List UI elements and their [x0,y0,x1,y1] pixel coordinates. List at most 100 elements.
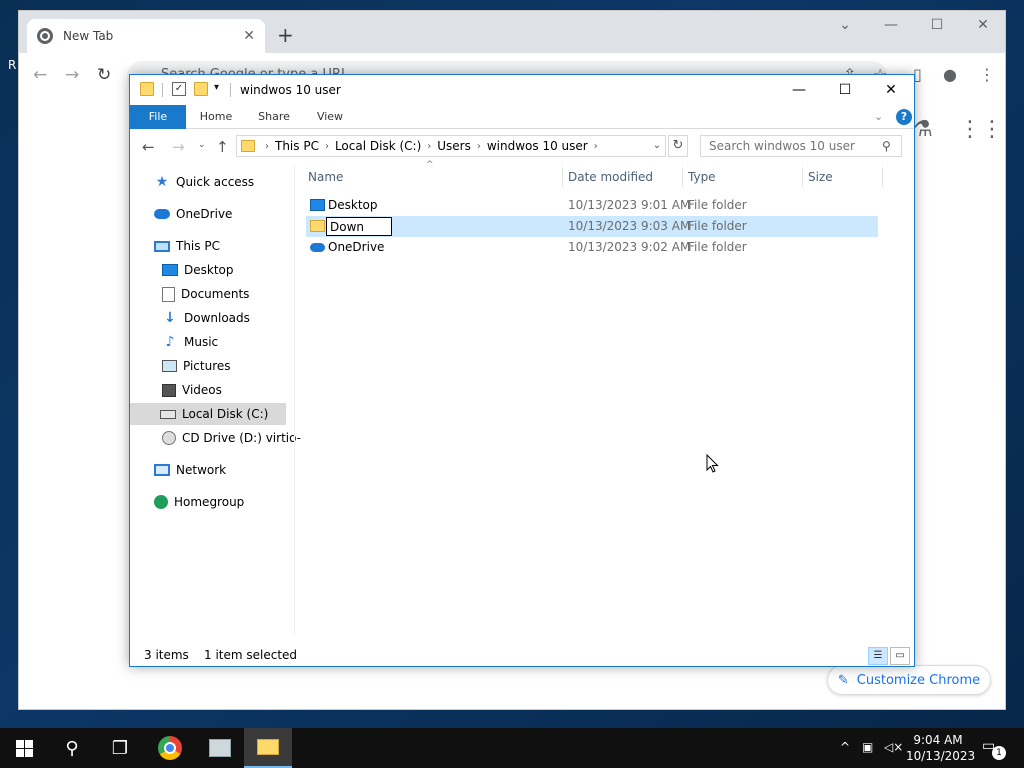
large-icons-view-icon[interactable]: ▭ [890,647,910,665]
column-separator[interactable] [802,167,803,187]
breadcrumb-user-folder[interactable]: windwos 10 user [487,139,588,153]
file-name: Desktop [328,198,378,212]
file-row-down[interactable]: 10/13/2023 9:03 AM File folder [306,216,878,237]
details-view-icon[interactable]: ☰ [868,647,888,665]
address-bar[interactable]: › This PC › Local Disk (C:) › Users › wi… [236,135,666,157]
nav-item-cd-drive[interactable]: CD Drive (D:) virtio- [162,427,301,449]
chrome-close-icon[interactable]: ✕ [969,17,997,33]
tab-close-icon[interactable]: ✕ [243,28,255,44]
explorer-maximize-icon[interactable]: ☐ [822,75,868,105]
explorer-close-icon[interactable]: ✕ [868,75,914,105]
pencil-icon: ✎ [837,672,849,688]
chrome-back-icon[interactable]: ← [33,65,47,85]
tab-home[interactable]: Home [192,105,240,129]
nav-item-this-pc[interactable]: This PC [154,235,220,257]
rename-input[interactable] [326,217,392,236]
column-separator[interactable] [882,167,883,187]
start-button[interactable] [0,728,48,768]
chrome-reload-icon[interactable]: ↻ [97,65,111,85]
customize-chrome-button[interactable]: ✎ Customize Chrome [827,665,991,695]
column-size[interactable]: Size [806,165,880,189]
breadcrumb-local-disk[interactable]: Local Disk (C:) [335,139,421,153]
apps-grid-icon[interactable]: ⋮⋮ [959,117,1003,142]
expand-ribbon-icon[interactable]: ⌄ [874,110,883,123]
chevron-right-icon: › [427,140,432,152]
labs-flask-icon[interactable]: ⚗ [913,117,933,142]
downloads-icon: ↓ [164,310,176,326]
documents-icon [162,286,175,302]
tab-view[interactable]: View [306,105,354,129]
desktop-icon [162,264,178,276]
file-explorer-taskbar-icon[interactable] [244,728,292,768]
search-icon: ⚲ [882,139,891,153]
nav-item-desktop[interactable]: Desktop [162,259,234,281]
new-tab-button[interactable]: + [277,23,294,47]
forward-icon[interactable]: → [172,138,185,156]
nav-item-label: Downloads [184,311,250,325]
column-separator[interactable] [682,167,683,187]
breadcrumb-this-pc[interactable]: This PC [275,139,319,153]
tab-share[interactable]: Share [250,105,298,129]
chrome-tab-new-tab[interactable]: New Tab ✕ [27,19,265,53]
desktop-folder-icon [310,199,325,211]
app-taskbar-icon[interactable] [196,728,244,768]
show-hidden-icons-icon[interactable]: ^ [840,740,850,754]
file-date: 10/13/2023 9:03 AM [568,219,691,233]
volume-muted-icon[interactable]: ◁× [884,740,903,754]
nav-item-local-disk[interactable]: Local Disk (C:) [130,403,286,425]
search-input[interactable] [700,135,902,157]
nav-item-documents[interactable]: Documents [162,283,249,305]
back-icon[interactable]: ← [142,138,155,156]
up-icon[interactable]: ↑ [216,138,229,156]
file-row-desktop[interactable]: Desktop 10/13/2023 9:01 AM File folder [306,195,878,216]
quick-access-dropdown-icon[interactable]: ▾ [214,82,228,96]
help-icon[interactable]: ? [896,109,912,125]
nav-item-pictures[interactable]: Pictures [162,355,231,377]
chrome-menu-icon[interactable]: ⋮ [979,65,995,84]
onedrive-folder-icon [310,243,325,252]
tab-search-icon[interactable]: ⌄ [831,17,859,33]
nav-item-label: Documents [181,287,250,301]
column-type[interactable]: Type [686,165,800,189]
nav-item-label: Music [184,335,219,349]
address-dropdown-icon[interactable]: ⌄ [648,135,666,157]
pane-divider[interactable] [294,165,295,635]
nav-item-label: Homegroup [174,495,245,509]
network-tray-icon[interactable]: ▣ [862,740,873,754]
column-date-modified[interactable]: Date modified [566,165,680,189]
toolbar-separator [162,83,163,97]
computer-icon [154,240,170,252]
new-folder-icon[interactable] [194,82,208,96]
chrome-taskbar-icon[interactable] [146,728,194,768]
tab-file[interactable]: File [130,105,186,129]
file-row-onedrive[interactable]: OneDrive 10/13/2023 9:02 AM File folder [306,237,878,258]
nav-item-videos[interactable]: Videos [162,379,222,401]
windows-logo-icon [15,739,33,757]
nav-item-onedrive[interactable]: OneDrive [154,203,232,225]
system-clock[interactable]: 9:04 AM 10/13/2023 [906,732,975,764]
chevron-right-icon: › [265,140,269,152]
chrome-maximize-icon[interactable]: ☐ [923,17,951,33]
chrome-minimize-icon[interactable]: — [877,17,905,33]
search-taskbar-icon[interactable]: ⚲ [48,728,96,768]
file-explorer-window: ✓ ▾ windwos 10 user — ☐ ✕ File Home Shar… [129,74,915,667]
nav-item-network[interactable]: Network [154,459,226,481]
nav-item-downloads[interactable]: ↓ Downloads [162,307,250,329]
chevron-right-icon: › [324,140,329,152]
recent-locations-icon[interactable]: ⌄ [198,140,206,150]
task-view-icon[interactable]: ❐ [96,728,144,768]
nav-item-homegroup[interactable]: Homegroup [154,491,244,513]
breadcrumb-users[interactable]: Users [437,139,471,153]
explorer-minimize-icon[interactable]: — [776,75,822,105]
chrome-forward-icon[interactable]: → [65,65,79,85]
nav-item-music[interactable]: ♪ Music [162,331,219,353]
file-type: File folder [688,219,747,233]
profile-avatar-icon[interactable]: ● [943,65,957,84]
refresh-icon[interactable]: ↻ [668,135,688,157]
column-name[interactable]: Name [306,165,560,189]
explorer-window-title: windwos 10 user [240,83,341,97]
explorer-folder-icon [140,82,154,96]
properties-check-icon[interactable]: ✓ [172,82,186,96]
column-separator[interactable] [562,167,563,187]
nav-item-quick-access[interactable]: ★ Quick access [154,171,254,193]
